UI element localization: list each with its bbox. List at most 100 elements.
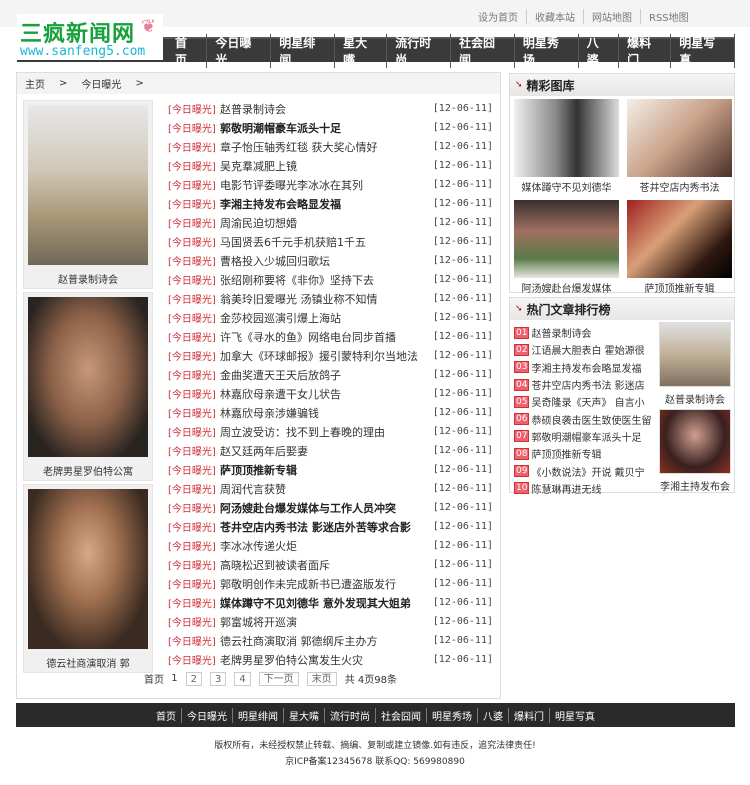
category-tag[interactable]: [今日曝光] bbox=[168, 576, 220, 591]
featured-photo[interactable]: 德云社商演取消 郭 bbox=[23, 484, 153, 673]
article-link[interactable]: 郭敬明创作未完成新书已遭盗版发行 bbox=[220, 576, 433, 592]
rss-link[interactable]: RSS地图 bbox=[640, 9, 697, 24]
article-link[interactable]: 许飞《寻水的鱼》网络电台同步首播 bbox=[220, 329, 433, 345]
category-tag[interactable]: [今日曝光] bbox=[168, 348, 220, 363]
gallery-item[interactable]: 媒体蹲守不见刘德华 bbox=[514, 99, 619, 196]
category-tag[interactable]: [今日曝光] bbox=[168, 424, 220, 439]
article-link[interactable]: 赵又廷两年后娶妻 bbox=[220, 443, 433, 459]
hot-article-link[interactable]: 苍井空店内秀书法 影迷店 bbox=[531, 377, 644, 392]
nav-item[interactable]: 爆料门 bbox=[619, 33, 672, 68]
category-tag[interactable]: [今日曝光] bbox=[168, 557, 220, 572]
nav-item[interactable]: 明星写真 bbox=[671, 33, 736, 68]
category-tag[interactable]: [今日曝光] bbox=[168, 272, 220, 287]
category-tag[interactable]: [今日曝光] bbox=[168, 158, 220, 173]
category-tag[interactable]: [今日曝光] bbox=[168, 253, 220, 268]
footer-nav-item[interactable]: 流行时尚 bbox=[324, 707, 375, 723]
hot-article-link[interactable]: 萨顶顶推新专辑 bbox=[531, 446, 601, 461]
category-tag[interactable]: [今日曝光] bbox=[168, 614, 220, 629]
footer-nav-item[interactable]: 明星写真 bbox=[549, 707, 600, 723]
hot-article-link[interactable]: 郭敬明潮帽豪车派头十足 bbox=[531, 429, 641, 444]
gallery-item[interactable]: 苍井空店内秀书法 bbox=[627, 99, 732, 196]
hot-photo[interactable]: 赵普录制诗会 bbox=[659, 322, 731, 410]
category-tag[interactable]: [今日曝光] bbox=[168, 652, 220, 667]
article-link[interactable]: 马国贤丢6千元手机获赔1千五 bbox=[220, 234, 433, 250]
footer-nav-item[interactable]: 今日曝光 bbox=[181, 707, 232, 723]
nav-item[interactable]: 八婆 bbox=[579, 33, 620, 68]
category-tag[interactable]: [今日曝光] bbox=[168, 215, 220, 230]
page-last[interactable]: 末页 bbox=[306, 671, 337, 686]
article-link[interactable]: 周立波受访：找不到上春晚的理由 bbox=[220, 424, 433, 440]
nav-item[interactable]: 社会囧闻 bbox=[451, 33, 515, 68]
hot-article-link[interactable]: 赵普录制诗会 bbox=[531, 325, 591, 340]
article-link[interactable]: 媒体蹲守不见刘德华 意外发现其大姐弟 bbox=[220, 595, 433, 611]
footer-nav-item[interactable]: 明星绯闻 bbox=[232, 707, 283, 723]
hot-article-link[interactable]: 江语晨大胆表白 霍始源很 bbox=[531, 342, 644, 357]
category-tag[interactable]: [今日曝光] bbox=[168, 120, 220, 135]
category-tag[interactable]: [今日曝光] bbox=[168, 291, 220, 306]
category-tag[interactable]: [今日曝光] bbox=[168, 443, 220, 458]
page-first[interactable]: 首页 bbox=[144, 671, 164, 686]
category-tag[interactable]: [今日曝光] bbox=[168, 196, 220, 211]
article-link[interactable]: 郭敬明潮帽豪车派头十足 bbox=[220, 120, 433, 136]
page-4[interactable]: 4 bbox=[234, 671, 251, 686]
article-link[interactable]: 林嘉欣母亲涉嫌骗钱 bbox=[220, 405, 433, 421]
category-tag[interactable]: [今日曝光] bbox=[168, 595, 220, 610]
category-tag[interactable]: [今日曝光] bbox=[168, 462, 220, 477]
category-tag[interactable]: [今日曝光] bbox=[168, 633, 220, 648]
nav-item[interactable]: 明星绯闻 bbox=[271, 33, 336, 68]
article-link[interactable]: 翁美玲旧爱曝光 汤镇业称不知情 bbox=[220, 291, 433, 307]
page-next[interactable]: 下一页 bbox=[258, 671, 299, 686]
article-link[interactable]: 林嘉欣母亲遭干女儿状告 bbox=[220, 386, 433, 402]
article-link[interactable]: 李冰冰传递火炬 bbox=[220, 538, 433, 554]
nav-item[interactable]: 今日曝光 bbox=[207, 33, 272, 68]
category-tag[interactable]: [今日曝光] bbox=[168, 500, 220, 515]
footer-nav-item[interactable]: 八婆 bbox=[477, 707, 508, 723]
footer-nav-item[interactable]: 明星秀场 bbox=[426, 707, 477, 723]
category-tag[interactable]: [今日曝光] bbox=[168, 481, 220, 496]
nav-item[interactable]: 星大嘴 bbox=[335, 33, 388, 68]
bookmark-link[interactable]: 收藏本站 bbox=[526, 9, 583, 24]
article-link[interactable]: 吴克羣减肥上镜 bbox=[220, 158, 433, 174]
category-tag[interactable]: [今日曝光] bbox=[168, 234, 220, 249]
article-link[interactable]: 周渝民迫切想婚 bbox=[220, 215, 433, 231]
article-link[interactable]: 曹格投入少城回归歌坛 bbox=[220, 253, 433, 269]
category-tag[interactable]: [今日曝光] bbox=[168, 405, 220, 420]
article-link[interactable]: 苍井空店内秀书法 影迷店外苦等求合影 bbox=[220, 519, 433, 535]
category-tag[interactable]: [今日曝光] bbox=[168, 101, 220, 116]
article-link[interactable]: 周润代言获赞 bbox=[220, 481, 433, 497]
category-tag[interactable]: [今日曝光] bbox=[168, 329, 220, 344]
category-tag[interactable]: [今日曝光] bbox=[168, 310, 220, 325]
gallery-item[interactable]: 萨顶顶推新专辑 bbox=[627, 200, 732, 297]
breadcrumb-home[interactable]: 主页 bbox=[25, 76, 45, 91]
article-link[interactable]: 电影节评委曝光李冰冰在其列 bbox=[220, 177, 433, 193]
set-homepage-link[interactable]: 设为首页 bbox=[470, 9, 526, 24]
hot-article-link[interactable]: 吴奇隆录《天声》 自言小 bbox=[531, 394, 644, 409]
article-link[interactable]: 阿汤嫂赴台爆发媒体与工作人员冲突 bbox=[220, 500, 433, 516]
hot-article-link[interactable]: 李湘主持发布会略显发福 bbox=[531, 360, 641, 375]
footer-nav-item[interactable]: 社会囧闻 bbox=[375, 707, 426, 723]
article-link[interactable]: 萨顶顶推新专辑 bbox=[220, 462, 433, 478]
article-link[interactable]: 金曲奖遭天王天后放鸽子 bbox=[220, 367, 433, 383]
hot-article-link[interactable]: 《小数说法》开说 戴贝宁 bbox=[531, 464, 644, 479]
article-link[interactable]: 郭富城将开巡演 bbox=[220, 614, 433, 630]
sitemap-link[interactable]: 网站地图 bbox=[583, 9, 640, 24]
article-link[interactable]: 金莎校园巡演引爆上海站 bbox=[220, 310, 433, 326]
category-tag[interactable]: [今日曝光] bbox=[168, 519, 220, 534]
nav-item[interactable]: 明星秀场 bbox=[515, 33, 579, 68]
article-link[interactable]: 李湘主持发布会略显发福 bbox=[220, 196, 433, 212]
hot-article-link[interactable]: 陈慧琳再进无线 bbox=[531, 481, 601, 496]
gallery-item[interactable]: 阿汤嫂赴台爆发媒体 bbox=[514, 200, 619, 297]
category-tag[interactable]: [今日曝光] bbox=[168, 538, 220, 553]
hot-article-link[interactable]: 恭硕良袭击医生致使医生留 bbox=[531, 412, 651, 427]
article-link[interactable]: 张绍刚称要将《非你》坚持下去 bbox=[220, 272, 433, 288]
hot-photo[interactable]: 李湘主持发布会 bbox=[659, 409, 731, 497]
article-link[interactable]: 赵普录制诗会 bbox=[220, 101, 433, 117]
site-logo[interactable]: 三疯新闻网 www.sanfeng5.com ❦ bbox=[17, 14, 163, 60]
article-link[interactable]: 高晓松迟到被读者面斥 bbox=[220, 557, 433, 573]
breadcrumb-current[interactable]: 今日曝光 bbox=[81, 76, 121, 91]
footer-nav-item[interactable]: 爆料门 bbox=[508, 707, 549, 723]
nav-item[interactable]: 首页 bbox=[167, 33, 208, 68]
article-link[interactable]: 老牌男星罗伯特公寓发生火灾 bbox=[220, 652, 433, 668]
page-2[interactable]: 2 bbox=[185, 671, 202, 686]
article-link[interactable]: 加拿大《环球邮报》援引蒙特利尔当地法 bbox=[220, 348, 433, 364]
